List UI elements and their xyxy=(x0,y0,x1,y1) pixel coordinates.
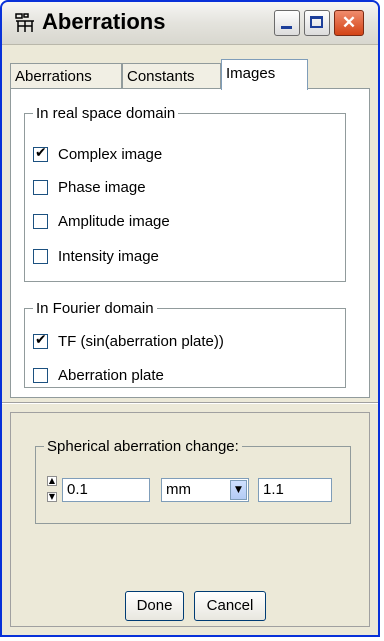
images-tab-panel: In real space domain Complex image Phase… xyxy=(10,88,370,398)
checkbox-label: Phase image xyxy=(58,178,146,196)
done-button[interactable]: Done xyxy=(125,591,184,621)
checkbox-amplitude-image[interactable]: Amplitude image xyxy=(33,210,170,232)
spherical-value-input[interactable]: 1.1 xyxy=(258,478,332,502)
checkbox-label: Complex image xyxy=(58,145,163,163)
close-icon: ✕ xyxy=(341,13,357,32)
cancel-button[interactable]: Cancel xyxy=(194,591,266,621)
checkbox-label: Intensity image xyxy=(58,247,159,265)
title-bar[interactable]: Aberrations ✕ xyxy=(2,2,378,45)
checkbox-box[interactable] xyxy=(33,145,48,162)
checkbox-box[interactable] xyxy=(33,248,48,264)
chevron-down-icon[interactable]: ▼ xyxy=(230,480,247,500)
tab-aberrations[interactable]: Aberrations xyxy=(10,63,122,89)
checkbox-intensity-image[interactable]: Intensity image xyxy=(33,245,159,267)
checkbox-phase-image[interactable]: Phase image xyxy=(33,176,146,198)
real-space-legend: In real space domain xyxy=(36,105,176,122)
checkbox-label: TF (sin(aberration plate)) xyxy=(58,332,224,350)
checkbox-box[interactable] xyxy=(33,179,48,195)
checkbox-label: Amplitude image xyxy=(58,212,170,230)
checkbox-box[interactable] xyxy=(33,213,48,229)
tab-constants[interactable]: Constants xyxy=(122,63,221,89)
window-title: Aberrations xyxy=(42,9,166,34)
checkbox-complex-image[interactable]: Complex image xyxy=(33,143,162,165)
minimize-button[interactable] xyxy=(274,10,300,36)
checkbox-tf[interactable]: TF (sin(aberration plate)) xyxy=(33,330,224,352)
maximize-button[interactable] xyxy=(304,10,330,36)
checkbox-label: Aberration plate xyxy=(58,366,164,384)
spherical-legend: Spherical aberration change: xyxy=(47,438,239,455)
unit-select-value: mm xyxy=(166,481,191,498)
step-value-input[interactable]: 0.1 xyxy=(62,478,150,502)
checkbox-box[interactable] xyxy=(33,367,48,383)
fourier-legend: In Fourier domain xyxy=(36,300,154,317)
divider xyxy=(2,402,378,404)
tab-images[interactable]: Images xyxy=(221,59,308,90)
aberrations-window: Aberrations ✕ Aberrations Constants Imag… xyxy=(0,0,380,637)
checkbox-aberration-plate[interactable]: Aberration plate xyxy=(33,364,164,386)
checkbox-box[interactable] xyxy=(33,332,48,349)
spin-up-button[interactable]: ▲ xyxy=(47,476,57,486)
close-button[interactable]: ✕ xyxy=(334,10,364,36)
spin-down-button[interactable]: ▼ xyxy=(47,492,57,502)
app-icon xyxy=(15,13,34,32)
